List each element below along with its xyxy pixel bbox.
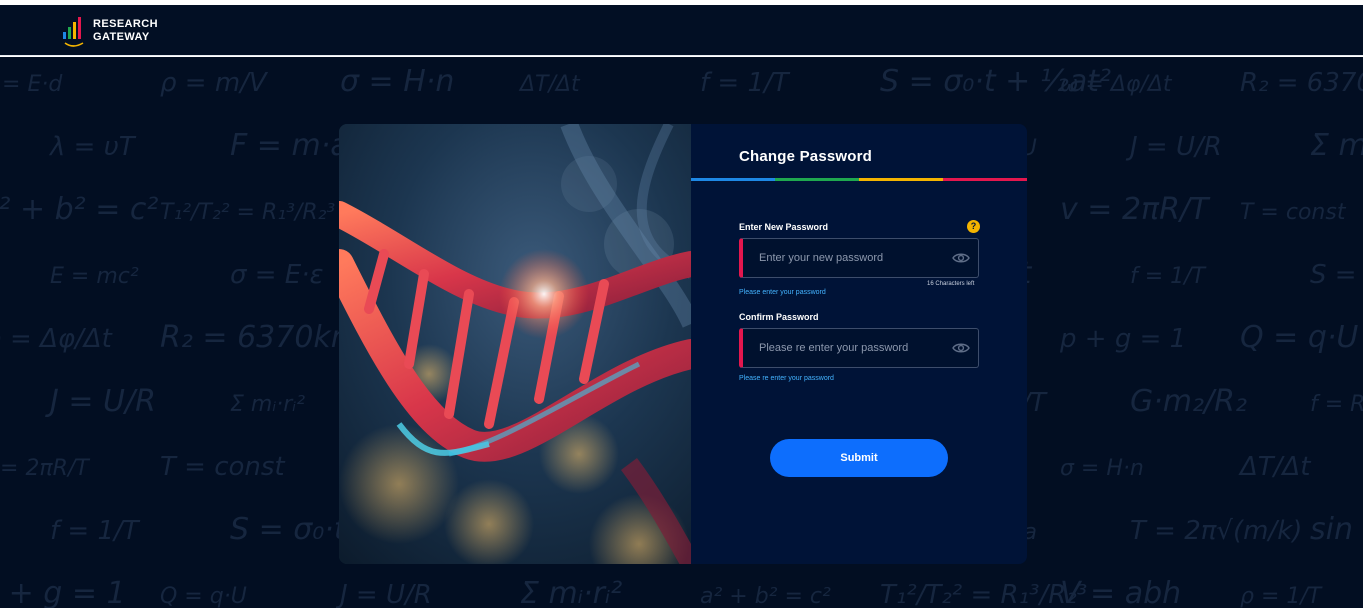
background-formula: f = 1/T <box>700 68 791 98</box>
bar-chart-logo-icon <box>63 17 84 47</box>
background-formula: v = 2πR/T <box>1060 192 1211 227</box>
confirm-password-input[interactable] <box>743 329 952 367</box>
title-color-bar <box>691 178 1027 181</box>
logo-text-line2: GATEWAY <box>93 31 150 43</box>
background-formula: p + g = 1 <box>1059 324 1186 354</box>
background-formula: V = abh <box>1060 576 1181 608</box>
eye-icon[interactable] <box>952 342 970 354</box>
background-formula: T₁²/T₂² = R₁³/R₂³ <box>880 580 1087 608</box>
background-formula: Q = q·U <box>160 584 247 608</box>
background-formula: ΔT/Δt <box>1238 452 1311 482</box>
form-title: Change Password <box>739 148 873 165</box>
title-bar-blue <box>691 178 775 181</box>
eye-icon[interactable] <box>952 252 970 264</box>
background-formula: E = mc² <box>50 264 139 289</box>
title-bar-yellow <box>859 178 943 181</box>
background-formula: R₂ = 6370km <box>160 320 360 355</box>
top-header: RESEARCH GATEWAY <box>0 5 1363 56</box>
confirm-password-label: Confirm Password <box>739 312 819 322</box>
background-formula: J = U/R <box>335 580 432 608</box>
background-formula: ρ = m/V <box>160 68 269 98</box>
question-circle-icon[interactable]: ? <box>967 220 980 233</box>
background-formula: Σ mᵢ·rᵢ² <box>520 576 622 608</box>
title-bar-red <box>943 178 1027 181</box>
background-formula: Q = q·U <box>1240 320 1358 355</box>
background-formula: J = U/R <box>1125 132 1222 162</box>
background-formula: σ = H·n <box>340 64 454 99</box>
new-password-input[interactable] <box>743 239 952 277</box>
background-formula: S = σ₀·t + ½at² <box>1310 260 1363 290</box>
change-password-form: Change Password Enter New Password ? 16 … <box>691 124 1027 564</box>
background-formula: ρ = 1/T <box>1240 584 1323 608</box>
new-password-hint: Please enter your password <box>739 289 826 296</box>
background-formula: T = 2π√(m/k) <box>1130 516 1302 546</box>
background-formula: T₁²/T₂² = R₁³/R₂³ <box>160 200 335 225</box>
background-formula: a² + b² = c² <box>700 584 831 608</box>
confirm-password-hint: Please re enter your password <box>739 375 834 382</box>
logo-text-line1: RESEARCH <box>93 18 158 30</box>
background-formula: ω = Δφ/Δt <box>0 324 113 354</box>
dna-helix-image <box>339 124 706 564</box>
logo-text: RESEARCH GATEWAY <box>93 18 158 44</box>
background-formula: Σ mᵢ·rᵢ² <box>230 392 305 417</box>
background-formula: f = R/2 <box>1310 392 1363 417</box>
background-formula: F = m·a <box>230 128 349 163</box>
background-formula: ω = Δφ/Δt <box>1060 72 1173 97</box>
background-formula: Σ mᵢ·rᵢ² <box>1310 128 1363 163</box>
background-formula: λ = υT <box>48 132 137 162</box>
background-formula: J = U/R <box>45 384 156 419</box>
background-formula: a² + b² = c² <box>0 192 158 227</box>
change-password-card: Change Password Enter New Password ? 16 … <box>339 124 1027 564</box>
background-formula: σ = E·ε <box>230 260 324 290</box>
background-formula: sin α = a/c <box>1310 512 1363 547</box>
background-formula: ΔT/Δt <box>518 72 581 97</box>
background-formula: f = 1/T <box>50 516 141 546</box>
character-counter: 16 Characters left <box>927 281 975 287</box>
background-formula: T = const <box>1240 200 1347 225</box>
confirm-password-field <box>739 328 979 368</box>
background-formula: R₂ = 6370km <box>1240 68 1363 98</box>
dna-illustration <box>339 124 706 564</box>
background-formula: f = 1/T <box>1130 264 1207 289</box>
background-formula: σ = H·n <box>1060 456 1144 481</box>
title-bar-green <box>775 178 859 181</box>
new-password-label: Enter New Password <box>739 222 829 232</box>
background-formula: T = const <box>160 452 285 482</box>
background-formula: p + g = 1 <box>0 576 126 608</box>
background-formula: v = 2πR/T <box>0 456 90 481</box>
background-formula: G·m₂/R₂ <box>1130 384 1247 419</box>
new-password-field <box>739 238 979 278</box>
research-gateway-logo[interactable]: RESEARCH GATEWAY <box>63 14 158 48</box>
submit-button[interactable]: Submit <box>770 439 948 477</box>
background-formula: V = E·d <box>0 72 63 97</box>
